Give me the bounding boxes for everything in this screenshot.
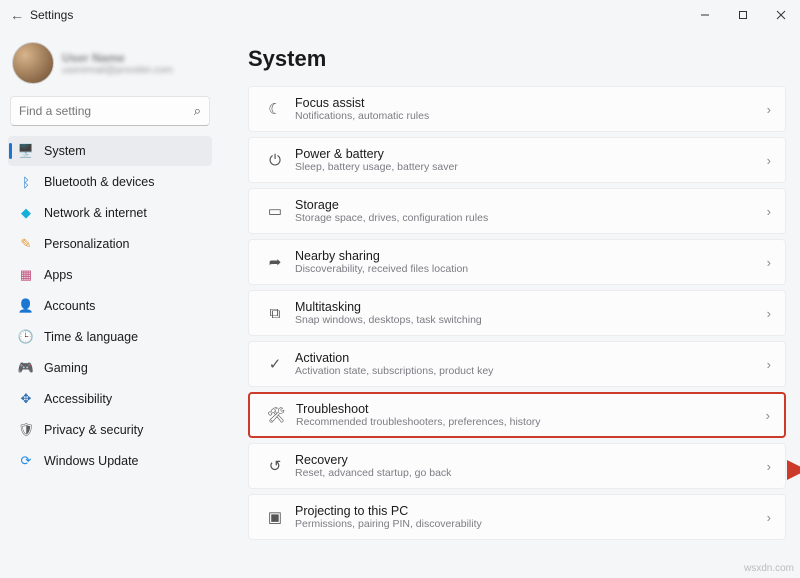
setting-title: Recovery bbox=[295, 453, 767, 467]
setting-title: Nearby sharing bbox=[295, 249, 767, 263]
sidebar-item-label: Network & internet bbox=[44, 206, 147, 220]
sidebar-item-label: Windows Update bbox=[44, 454, 139, 468]
sidebar-item-privacy[interactable]: 🛡 Privacy & security bbox=[8, 415, 212, 445]
setting-troubleshoot[interactable]: 🛠 TroubleshootRecommended troubleshooters… bbox=[248, 392, 786, 438]
sidebar-item-label: Privacy & security bbox=[44, 423, 143, 437]
search-input[interactable] bbox=[19, 104, 194, 118]
troubleshoot-icon: 🛠 bbox=[262, 406, 290, 424]
setting-title: Focus assist bbox=[295, 96, 767, 110]
nearby-icon: ➦ bbox=[261, 253, 289, 271]
profile[interactable]: User Name useremail@provider.com bbox=[8, 38, 212, 94]
activation-icon: ✓ bbox=[261, 355, 289, 373]
sidebar-item-accessibility[interactable]: ✥ Accessibility bbox=[8, 384, 212, 414]
chevron-right-icon: › bbox=[767, 510, 773, 525]
setting-subtitle: Storage space, drives, configuration rul… bbox=[295, 212, 767, 224]
setting-title: Power & battery bbox=[295, 147, 767, 161]
close-button[interactable] bbox=[762, 0, 800, 30]
storage-icon: ▭ bbox=[261, 202, 289, 220]
sidebar-item-label: Accounts bbox=[44, 299, 95, 313]
window-title: Settings bbox=[30, 8, 73, 22]
accessibility-icon: ✥ bbox=[18, 391, 34, 407]
setting-activation[interactable]: ✓ ActivationActivation state, subscriptio… bbox=[248, 341, 786, 387]
sidebar-item-label: Gaming bbox=[44, 361, 88, 375]
projecting-icon: ▣ bbox=[261, 508, 289, 526]
sidebar-item-system[interactable]: 🖥️ System bbox=[8, 136, 212, 166]
setting-recovery[interactable]: ↺ RecoveryReset, advanced startup, go bac… bbox=[248, 443, 786, 489]
setting-nearby[interactable]: ➦ Nearby sharingDiscoverability, received… bbox=[248, 239, 786, 285]
setting-power[interactable]: ⏻ Power & batterySleep, battery usage, ba… bbox=[248, 137, 786, 183]
sidebar-item-label: System bbox=[44, 144, 86, 158]
time-icon: 🕒 bbox=[18, 329, 34, 345]
setting-title: Projecting to this PC bbox=[295, 504, 767, 518]
setting-title: Multitasking bbox=[295, 300, 767, 314]
watermark: wsxdn.com bbox=[744, 563, 794, 574]
sidebar-item-update[interactable]: ⟳ Windows Update bbox=[8, 446, 212, 476]
sidebar-item-bluetooth[interactable]: ᛒ Bluetooth & devices bbox=[8, 167, 212, 197]
sidebar-item-label: Apps bbox=[44, 268, 73, 282]
chevron-right-icon: › bbox=[766, 408, 772, 423]
chevron-right-icon: › bbox=[767, 459, 773, 474]
setting-title: Troubleshoot bbox=[296, 402, 766, 416]
nav: 🖥️ System ᛒ Bluetooth & devices ◆ Network & i… bbox=[8, 136, 212, 476]
sidebar-item-label: Time & language bbox=[44, 330, 138, 344]
recovery-icon: ↺ bbox=[261, 457, 289, 475]
chevron-right-icon: › bbox=[767, 153, 773, 168]
privacy-icon: 🛡 bbox=[18, 422, 34, 438]
personalization-icon: ✎ bbox=[18, 236, 34, 252]
sidebar-item-personalization[interactable]: ✎ Personalization bbox=[8, 229, 212, 259]
chevron-right-icon: › bbox=[767, 306, 773, 321]
settings-list: ☾ Focus assistNotifications, automatic ru… bbox=[248, 86, 786, 540]
setting-subtitle: Notifications, automatic rules bbox=[295, 110, 767, 122]
setting-multitask[interactable]: ⧉ MultitaskingSnap windows, desktops, tas… bbox=[248, 290, 786, 336]
sidebar-item-label: Personalization bbox=[44, 237, 129, 251]
chevron-right-icon: › bbox=[767, 102, 773, 117]
profile-email: useremail@provider.com bbox=[62, 65, 173, 76]
sidebar-item-time[interactable]: 🕒 Time & language bbox=[8, 322, 212, 352]
accounts-icon: 👤 bbox=[18, 298, 34, 314]
setting-subtitle: Snap windows, desktops, task switching bbox=[295, 314, 767, 326]
minimize-button[interactable] bbox=[686, 0, 724, 30]
multitask-icon: ⧉ bbox=[261, 305, 289, 322]
update-icon: ⟳ bbox=[18, 453, 34, 469]
chevron-right-icon: › bbox=[767, 255, 773, 270]
maximize-button[interactable] bbox=[724, 0, 762, 30]
sidebar-item-label: Accessibility bbox=[44, 392, 112, 406]
focus-icon: ☾ bbox=[261, 100, 289, 118]
profile-name: User Name bbox=[62, 51, 173, 65]
main: System ☾ Focus assistNotifications, autom… bbox=[220, 30, 800, 578]
avatar bbox=[12, 42, 54, 84]
network-icon: ◆ bbox=[18, 205, 34, 221]
page-title: System bbox=[248, 46, 786, 72]
apps-icon: ▦ bbox=[18, 267, 34, 283]
setting-title: Storage bbox=[295, 198, 767, 212]
titlebar: ← Settings bbox=[0, 0, 800, 30]
setting-subtitle: Sleep, battery usage, battery saver bbox=[295, 161, 767, 173]
power-icon: ⏻ bbox=[261, 152, 289, 169]
sidebar-item-network[interactable]: ◆ Network & internet bbox=[8, 198, 212, 228]
back-button[interactable]: ← bbox=[4, 7, 30, 23]
sidebar-item-accounts[interactable]: 👤 Accounts bbox=[8, 291, 212, 321]
setting-title: Activation bbox=[295, 351, 767, 365]
setting-subtitle: Activation state, subscriptions, product… bbox=[295, 365, 767, 377]
bluetooth-icon: ᛒ bbox=[18, 174, 34, 190]
chevron-right-icon: › bbox=[767, 204, 773, 219]
setting-subtitle: Permissions, pairing PIN, discoverabilit… bbox=[295, 518, 767, 530]
window-controls bbox=[686, 0, 800, 30]
setting-subtitle: Recommended troubleshooters, preferences… bbox=[296, 416, 766, 428]
setting-subtitle: Discoverability, received files location bbox=[295, 263, 767, 275]
setting-focus[interactable]: ☾ Focus assistNotifications, automatic ru… bbox=[248, 86, 786, 132]
chevron-right-icon: › bbox=[767, 357, 773, 372]
sidebar: User Name useremail@provider.com ⌕ 🖥️ Sys… bbox=[0, 30, 220, 578]
setting-storage[interactable]: ▭ StorageStorage space, drives, configura… bbox=[248, 188, 786, 234]
sidebar-item-apps[interactable]: ▦ Apps bbox=[8, 260, 212, 290]
setting-projecting[interactable]: ▣ Projecting to this PCPermissions, pairi… bbox=[248, 494, 786, 540]
sidebar-item-gaming[interactable]: 🎮 Gaming bbox=[8, 353, 212, 383]
gaming-icon: 🎮 bbox=[18, 360, 34, 376]
setting-subtitle: Reset, advanced startup, go back bbox=[295, 467, 767, 479]
annotation-arrow bbox=[794, 460, 800, 483]
sidebar-item-label: Bluetooth & devices bbox=[44, 175, 155, 189]
search-box[interactable]: ⌕ bbox=[10, 96, 210, 126]
search-icon: ⌕ bbox=[194, 103, 201, 119]
system-icon: 🖥️ bbox=[18, 143, 34, 159]
